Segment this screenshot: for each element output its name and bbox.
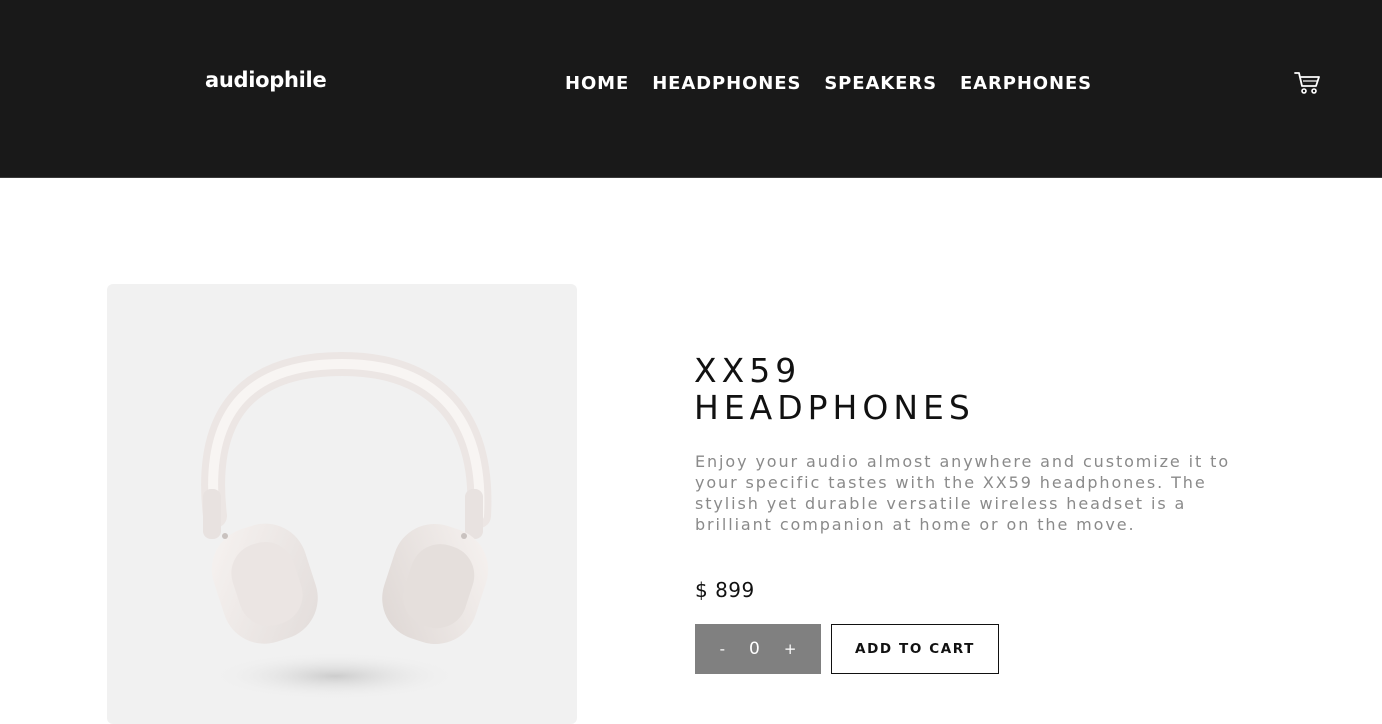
product-description: Enjoy your audio almost anywhere and cus… — [695, 452, 1231, 534]
nav-home[interactable]: HOME — [565, 73, 629, 94]
white-headphones-image — [201, 351, 492, 700]
main-nav: HOME HEADPHONES SPEAKERS EARPHONES — [565, 73, 1092, 94]
quantity-value: 0 — [749, 639, 760, 659]
product-price: $ 899 — [695, 578, 755, 602]
product-image — [107, 284, 577, 724]
quantity-increment-button[interactable]: + — [784, 640, 797, 658]
product-title-line1: XX59 — [694, 351, 802, 390]
nav-earphones[interactable]: EARPHONES — [960, 73, 1092, 94]
nav-speakers[interactable]: SPEAKERS — [824, 73, 937, 94]
shopping-cart-icon[interactable] — [1293, 70, 1321, 96]
quantity-decrement-button[interactable]: - — [720, 640, 725, 658]
site-header: audiophile HOME HEADPHONES SPEAKERS EARP… — [0, 0, 1382, 178]
product-title-line2: HEADPHONES — [694, 388, 975, 427]
logo[interactable]: audiophile — [205, 68, 327, 92]
nav-headphones[interactable]: HEADPHONES — [652, 73, 801, 94]
add-to-cart-button[interactable]: ADD TO CART — [831, 624, 999, 674]
quantity-stepper: - 0 + — [695, 624, 821, 674]
product-title: XX59 HEADPHONES — [694, 352, 975, 426]
